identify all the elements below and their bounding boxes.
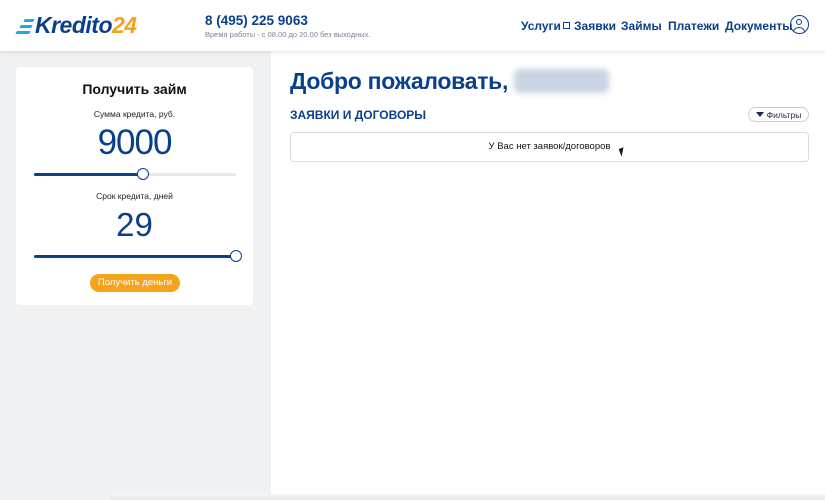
bottom-edge-shadow bbox=[110, 494, 825, 500]
welcome-heading: Добро пожаловать, bbox=[290, 68, 610, 95]
nav-services[interactable]: Услуги bbox=[521, 19, 570, 33]
loan-sum-slider-fill bbox=[34, 173, 144, 176]
logo[interactable]: Kredito24 bbox=[15, 11, 137, 38]
loan-calculator-card: Получить займ Сумма кредита, руб. 9000 С… bbox=[16, 67, 253, 305]
nav-services-label: Услуги bbox=[521, 19, 561, 33]
loan-term-label: Срок кредита, дней bbox=[96, 191, 173, 201]
logo-number: 24 bbox=[112, 11, 137, 38]
phone-number[interactable]: 8 (495) 225 9063 bbox=[205, 13, 308, 28]
loan-term-slider-fill bbox=[34, 255, 236, 258]
loan-sum-value: 9000 bbox=[97, 123, 173, 162]
filters-button[interactable]: Фильтры bbox=[748, 107, 809, 122]
loan-term-slider-thumb[interactable] bbox=[230, 250, 242, 262]
nav-loans[interactable]: Займы bbox=[621, 19, 662, 33]
loan-sum-label: Сумма кредита, руб. bbox=[93, 109, 176, 119]
section-title: ЗАЯВКИ И ДОГОВОРЫ bbox=[290, 108, 427, 122]
logo-stripes-icon bbox=[15, 16, 35, 34]
loan-term-slider[interactable] bbox=[34, 250, 242, 262]
funnel-icon bbox=[755, 112, 764, 117]
external-link-icon bbox=[562, 22, 570, 29]
user-profile-icon[interactable] bbox=[790, 15, 809, 34]
nav-applications[interactable]: Заявки bbox=[574, 19, 616, 33]
loan-sum-slider-thumb[interactable] bbox=[137, 168, 150, 180]
blurred-user-name bbox=[514, 69, 610, 93]
welcome-text: Добро пожаловать, bbox=[290, 68, 509, 94]
filters-label: Фильтры bbox=[766, 109, 802, 120]
loan-sum-slider[interactable] bbox=[34, 168, 236, 180]
loan-term-value: 29 bbox=[116, 206, 153, 243]
main-content: Добро пожаловать, ЗАЯВКИ И ДОГОВОРЫ Филь… bbox=[271, 51, 825, 500]
nav-payments[interactable]: Платежи bbox=[668, 19, 719, 33]
logo-brand: Kredito bbox=[35, 11, 113, 38]
get-money-button[interactable]: Получить деньги bbox=[90, 274, 180, 292]
loan-card-title: Получить займ bbox=[82, 81, 187, 97]
top-header: Kredito24 8 (495) 225 9063 Время работы … bbox=[0, 0, 825, 51]
working-hours: Время работы - с 08.00 до 20.00 без выхо… bbox=[205, 30, 371, 39]
nav-documents[interactable]: Документы bbox=[725, 19, 792, 33]
empty-applications-message: У Вас нет заявок/договоров bbox=[290, 132, 809, 162]
